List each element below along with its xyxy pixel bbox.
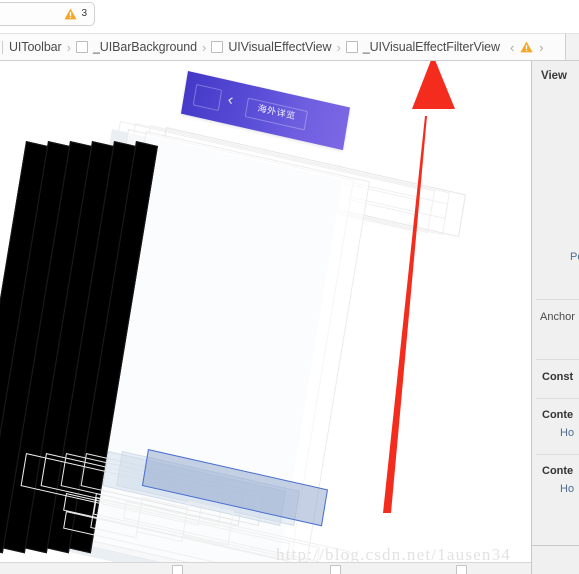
hierarchy-stage: ‹ 海外详览	[0, 61, 531, 574]
toolbar-strip: 3	[0, 0, 579, 33]
inspector-row-horizontal-label: Ho	[560, 427, 575, 439]
issue-count-label: 3	[81, 8, 87, 19]
chevron-right-icon[interactable]: ›	[539, 41, 543, 54]
view-debugger-window: 3 UIToolbar › _UIBarBackground › UIVisua…	[0, 0, 579, 574]
inspector-content: View Po Anchor Const Conte Ho Conte Ho	[532, 61, 579, 546]
breadcrumb-item-uivisualeffectview[interactable]: UIVisualEffectView	[207, 34, 335, 60]
inspector-bottom-divider	[532, 545, 579, 546]
inspector-section-title: View	[541, 70, 567, 82]
warning-triangle-icon[interactable]	[520, 41, 533, 53]
breadcrumb-nav-controls: ‹ ›	[504, 34, 552, 60]
breadcrumb-tail-area	[565, 34, 579, 60]
inspector-row-anchor-label: Anchor	[540, 311, 575, 323]
breadcrumb-item-uitoolbar[interactable]: UIToolbar	[5, 34, 66, 60]
breadcrumb-label: UIVisualEffectView	[228, 39, 332, 54]
inspector-divider	[536, 299, 579, 300]
view-hierarchy-canvas[interactable]: ‹ 海外详览 http://blog.csdn.net/1ausen34	[0, 61, 531, 574]
view-box-icon	[345, 41, 358, 53]
breadcrumb-lead-divider	[2, 40, 3, 54]
breadcrumb-label: UIToolbar	[9, 39, 62, 54]
inspector-divider	[536, 398, 579, 399]
view-box-icon[interactable]	[456, 565, 467, 574]
inspector-row-content-compression-label: Conte	[542, 465, 574, 477]
inspector-row-content-hugging-label: Conte	[542, 409, 574, 421]
view-box-icon[interactable]	[172, 565, 183, 574]
inspector-panel[interactable]: View Po Anchor Const Conte Ho Conte Ho	[531, 61, 579, 574]
back-button-outline[interactable]	[192, 83, 223, 112]
view-box-icon	[75, 41, 88, 53]
chevron-left-icon[interactable]: ‹	[510, 41, 514, 54]
issue-navigator-badge[interactable]: 3	[0, 2, 95, 26]
inspector-row-position-label: Po	[570, 251, 579, 263]
inspector-row-constraints-label: Const	[542, 371, 574, 383]
view-box-icon[interactable]	[330, 565, 341, 574]
view-box-icon	[211, 41, 224, 53]
breadcrumb-item-uibarbackground[interactable]: _UIBarBackground	[72, 34, 201, 60]
chevron-left-icon[interactable]: ‹	[227, 91, 235, 109]
breadcrumb-label: _UIVisualEffectFilterView	[362, 39, 500, 54]
breadcrumb-label: _UIBarBackground	[92, 39, 197, 54]
inspector-divider	[536, 359, 579, 360]
breadcrumb: UIToolbar › _UIBarBackground › UIVisualE…	[0, 33, 579, 61]
inspector-row-horizontal-compression-label: Ho	[560, 483, 575, 495]
canvas-bottom-bar[interactable]	[0, 562, 531, 574]
breadcrumb-items: UIToolbar › _UIBarBackground › UIVisualE…	[0, 34, 565, 60]
inspector-divider	[536, 454, 579, 455]
warning-triangle-icon	[64, 8, 78, 20]
breadcrumb-item-uivisualeffectfilterview[interactable]: _UIVisualEffectFilterView	[342, 34, 504, 60]
